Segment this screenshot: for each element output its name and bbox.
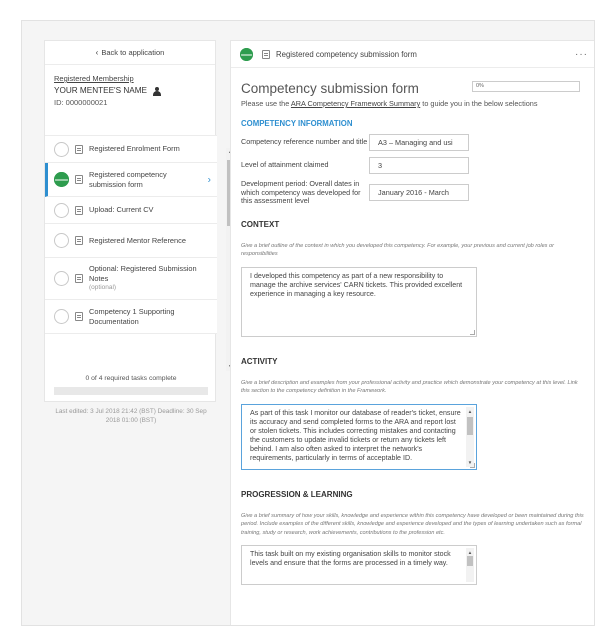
task-label-text: Optional: Registered Submission Notes — [89, 264, 197, 283]
guide-text: Please use the ARA Competency Framework … — [241, 99, 587, 108]
form-card: Registered competency submission form ··… — [230, 40, 594, 625]
mentee-name: YOUR MENTEE'S NAME — [54, 86, 148, 95]
task-item-submission-notes[interactable]: Optional: Registered Submission Notes (o… — [45, 258, 217, 300]
task-status-icon — [54, 309, 69, 324]
chevron-right-icon: › — [207, 174, 211, 185]
document-icon — [75, 205, 83, 215]
chevron-left-icon: ‹ — [95, 48, 99, 57]
scroll-thumb[interactable] — [467, 416, 473, 435]
field-label: Competency reference number and title — [241, 137, 368, 147]
person-icon — [153, 86, 162, 96]
guide-prefix: Please use the — [241, 99, 291, 108]
activity-scrollbar[interactable]: ▲ ▼ — [466, 406, 474, 467]
document-icon — [75, 236, 83, 245]
activity-heading: ACTIVITY — [241, 356, 278, 366]
progression-text: This task built on my existing organisat… — [250, 550, 451, 567]
progression-heading: PROGRESSION & LEARNING — [241, 489, 353, 499]
page-frame: ‹ Back to application Registered Members… — [21, 20, 595, 626]
field-label: Development period: Overall dates in whi… — [241, 179, 361, 205]
mentee-name-row: YOUR MENTEE'S NAME — [54, 85, 206, 97]
activity-text: As part of this task I monitor our datab… — [250, 408, 461, 462]
task-label: Upload: Current CV — [89, 205, 154, 215]
resize-handle-icon[interactable] — [470, 462, 475, 468]
last-edited-text: Last edited: 3 Jul 2018 21:42 (BST) Dead… — [55, 408, 207, 424]
document-icon — [262, 49, 270, 59]
field-row-attainment-level: Level of attainment claimed 3 — [241, 157, 587, 174]
task-item-enrolment-form[interactable]: Registered Enrolment Form — [45, 136, 217, 163]
progression-textarea[interactable]: This task built on my existing organisat… — [241, 545, 477, 585]
task-status-icon — [54, 233, 69, 248]
document-icon — [75, 175, 83, 184]
tasks-progress-bar — [54, 387, 208, 395]
form-body: Competency submission form 0% Please use… — [231, 68, 594, 585]
development-period-input[interactable]: January 2016 - March — [369, 184, 469, 202]
tasks-complete-count: 0 of 4 required tasks complete — [85, 375, 177, 382]
completion-percent: 0% — [472, 81, 580, 92]
registered-membership-link[interactable]: Registered Membership — [54, 73, 206, 85]
document-icon — [75, 144, 83, 154]
in-progress-status-icon — [240, 47, 253, 61]
context-hint: Give a brief outline of the context in w… — [241, 242, 555, 258]
field-label: Level of attainment claimed — [241, 160, 329, 170]
task-label: Registered competency submission form — [89, 170, 167, 189]
document-icon — [75, 312, 83, 321]
document-icon — [75, 274, 83, 283]
resize-handle-icon[interactable] — [470, 329, 475, 335]
progression-hint: Give a brief summary of how your skills,… — [241, 512, 584, 536]
task-status-icon — [54, 271, 69, 286]
task-item-mentor-reference[interactable]: Registered Mentor Reference — [45, 224, 217, 258]
context-heading: CONTEXT — [241, 219, 280, 229]
task-item-current-cv[interactable]: Upload: Current CV — [45, 197, 217, 224]
member-info: Registered Membership YOUR MENTEE'S NAME… — [45, 65, 215, 115]
competency-reference-input[interactable]: A3 – Managing and usi — [369, 134, 469, 151]
framework-summary-link[interactable]: ARA Competency Framework Summary — [291, 99, 420, 108]
task-label: Optional: Registered Submission Notes (o… — [89, 264, 203, 293]
field-row-development-period: Development period: Overall dates in whi… — [241, 179, 587, 206]
field-row-competency-reference: Competency reference number and title A3… — [241, 134, 587, 151]
task-list: Registered Enrolment Form Registered com… — [45, 135, 217, 375]
context-textarea[interactable]: I developed this competency as part of a… — [241, 266, 477, 337]
task-item-competency-form[interactable]: Registered competency submission form › — [45, 163, 217, 197]
mentee-id: ID: 0000000021 — [54, 98, 108, 107]
progression-scrollbar[interactable]: ▲ — [466, 548, 474, 582]
task-label: Competency 1 Supporting Documentation — [89, 307, 175, 326]
task-label: Registered Mentor Reference — [89, 235, 186, 245]
optional-tag: (optional) — [89, 284, 117, 292]
scroll-up-icon[interactable]: ▲ — [466, 407, 474, 416]
activity-hint: Give a brief description and examples fr… — [241, 379, 578, 395]
scroll-thumb[interactable] — [467, 556, 473, 566]
back-label: Back to application — [101, 48, 165, 57]
form-header: Registered competency submission form ··… — [231, 41, 594, 68]
task-status-icon — [54, 141, 69, 157]
header-title: Registered competency submission form — [276, 49, 417, 59]
task-label: Registered Enrolment Form — [89, 144, 180, 154]
sidebar: ‹ Back to application Registered Members… — [44, 40, 235, 424]
context-text: I developed this competency as part of a… — [250, 271, 463, 298]
guide-suffix: to guide you in the below selections — [420, 99, 538, 108]
more-options-icon[interactable]: ··· — [575, 49, 588, 60]
attainment-level-input[interactable]: 3 — [369, 157, 469, 174]
task-item-supporting-documentation[interactable]: Competency 1 Supporting Documentation — [45, 300, 217, 334]
task-status-icon — [54, 202, 69, 218]
competency-info-heading: COMPETENCY INFORMATION — [241, 119, 353, 128]
activity-textarea[interactable]: As part of this task I monitor our datab… — [241, 403, 477, 470]
back-to-application-link[interactable]: ‹ Back to application — [45, 41, 215, 65]
in-progress-status-icon — [54, 172, 69, 187]
